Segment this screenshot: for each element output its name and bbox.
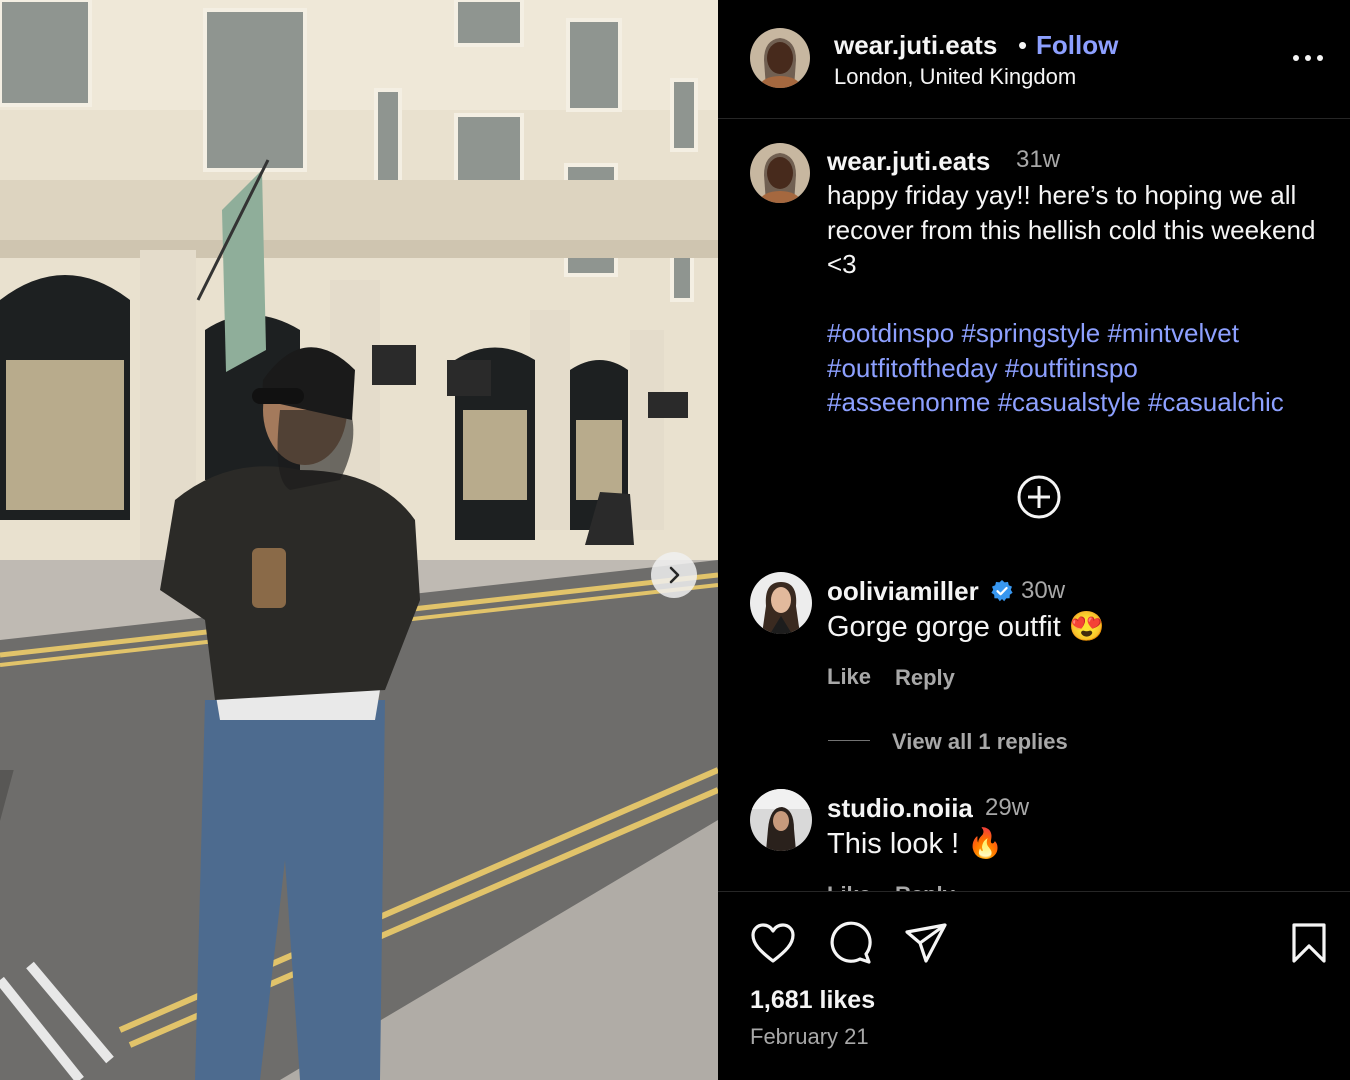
commenter-avatar[interactable] — [750, 789, 812, 851]
caption-timestamp[interactable]: 31w — [1016, 146, 1060, 174]
commenter-avatar[interactable] — [750, 572, 812, 634]
paper-plane-icon — [905, 923, 947, 963]
hashtag-link[interactable]: #outfitoftheday — [827, 353, 998, 383]
post-header: wear.juti.eats • Follow London, United K… — [718, 0, 1350, 119]
commenter-avatar-image — [750, 789, 812, 851]
author-avatar-image — [750, 28, 810, 88]
caption-hashtags: #ootdinspo #springstyle #mintvelvet #out… — [827, 316, 1342, 420]
comment-reply-button[interactable]: Reply — [895, 882, 955, 891]
hashtag-link[interactable]: #asseenonme — [827, 387, 990, 417]
share-button[interactable] — [904, 922, 948, 969]
caption-text: happy friday yay!! here’s to hoping we a… — [827, 180, 1316, 279]
hashtag-link[interactable]: #outfitinspo — [1005, 353, 1138, 383]
caption-author-avatar[interactable] — [750, 143, 810, 203]
comment-timestamp[interactable]: 30w — [1021, 577, 1065, 605]
like-count[interactable]: 1,681 likes — [750, 986, 875, 1015]
post-date[interactable]: February 21 — [750, 1024, 869, 1050]
caption-author-avatar-image — [750, 143, 810, 203]
post-details-panel: wear.juti.eats • Follow London, United K… — [718, 0, 1350, 1080]
hashtag-link[interactable]: #ootdinspo — [827, 318, 954, 348]
post-location[interactable]: London, United Kingdom — [834, 64, 1076, 90]
caption-username[interactable]: wear.juti.eats — [827, 146, 990, 177]
comment-text: Gorge gorge outfit 😍 — [827, 611, 1105, 643]
comment-icon — [830, 921, 872, 964]
comments-scroll-clip: Like Reply — [718, 874, 1350, 891]
street-scene-image — [0, 0, 718, 1080]
heart-icon — [751, 923, 795, 963]
comment-reply-button[interactable]: Reply — [895, 665, 955, 691]
load-more-comments-button[interactable] — [1016, 474, 1062, 520]
follow-button[interactable]: Follow — [1036, 30, 1118, 61]
commenter-avatar-image — [750, 572, 812, 634]
plus-circle-icon — [1017, 475, 1061, 519]
comment-username[interactable]: studio.noiia — [827, 793, 973, 824]
comment-like-button[interactable]: Like — [827, 664, 871, 690]
more-options-button[interactable] — [1288, 44, 1328, 72]
comment-button[interactable] — [828, 921, 872, 970]
verified-badge-icon — [991, 580, 1013, 602]
comment-like-button[interactable]: Like — [827, 882, 871, 891]
hashtag-link[interactable]: #casualchic — [1148, 387, 1284, 417]
comment-username[interactable]: ooliviamiller — [827, 576, 979, 607]
separator-dot: • — [1018, 30, 1028, 60]
bookmark-icon — [1292, 923, 1326, 963]
like-button[interactable] — [750, 922, 796, 969]
author-avatar[interactable] — [750, 28, 810, 88]
comment-text: This look ! 🔥 — [827, 828, 1004, 860]
more-horizontal-icon — [1293, 55, 1323, 61]
hashtag-link[interactable]: #casualstyle — [998, 387, 1141, 417]
hashtag-link[interactable]: #mintvelvet — [1107, 318, 1239, 348]
post-photo[interactable] — [0, 0, 718, 1080]
author-username[interactable]: wear.juti.eats — [834, 30, 997, 61]
comment-timestamp[interactable]: 29w — [985, 794, 1029, 822]
save-button[interactable] — [1290, 922, 1328, 969]
chevron-right-icon — [669, 566, 680, 584]
view-replies-button[interactable]: View all 1 replies — [892, 729, 1068, 755]
post-actions-footer: 1,681 likes February 21 — [718, 891, 1350, 1080]
next-photo-button[interactable] — [651, 552, 697, 598]
replies-divider — [828, 740, 870, 741]
hashtag-link[interactable]: #springstyle — [961, 318, 1100, 348]
